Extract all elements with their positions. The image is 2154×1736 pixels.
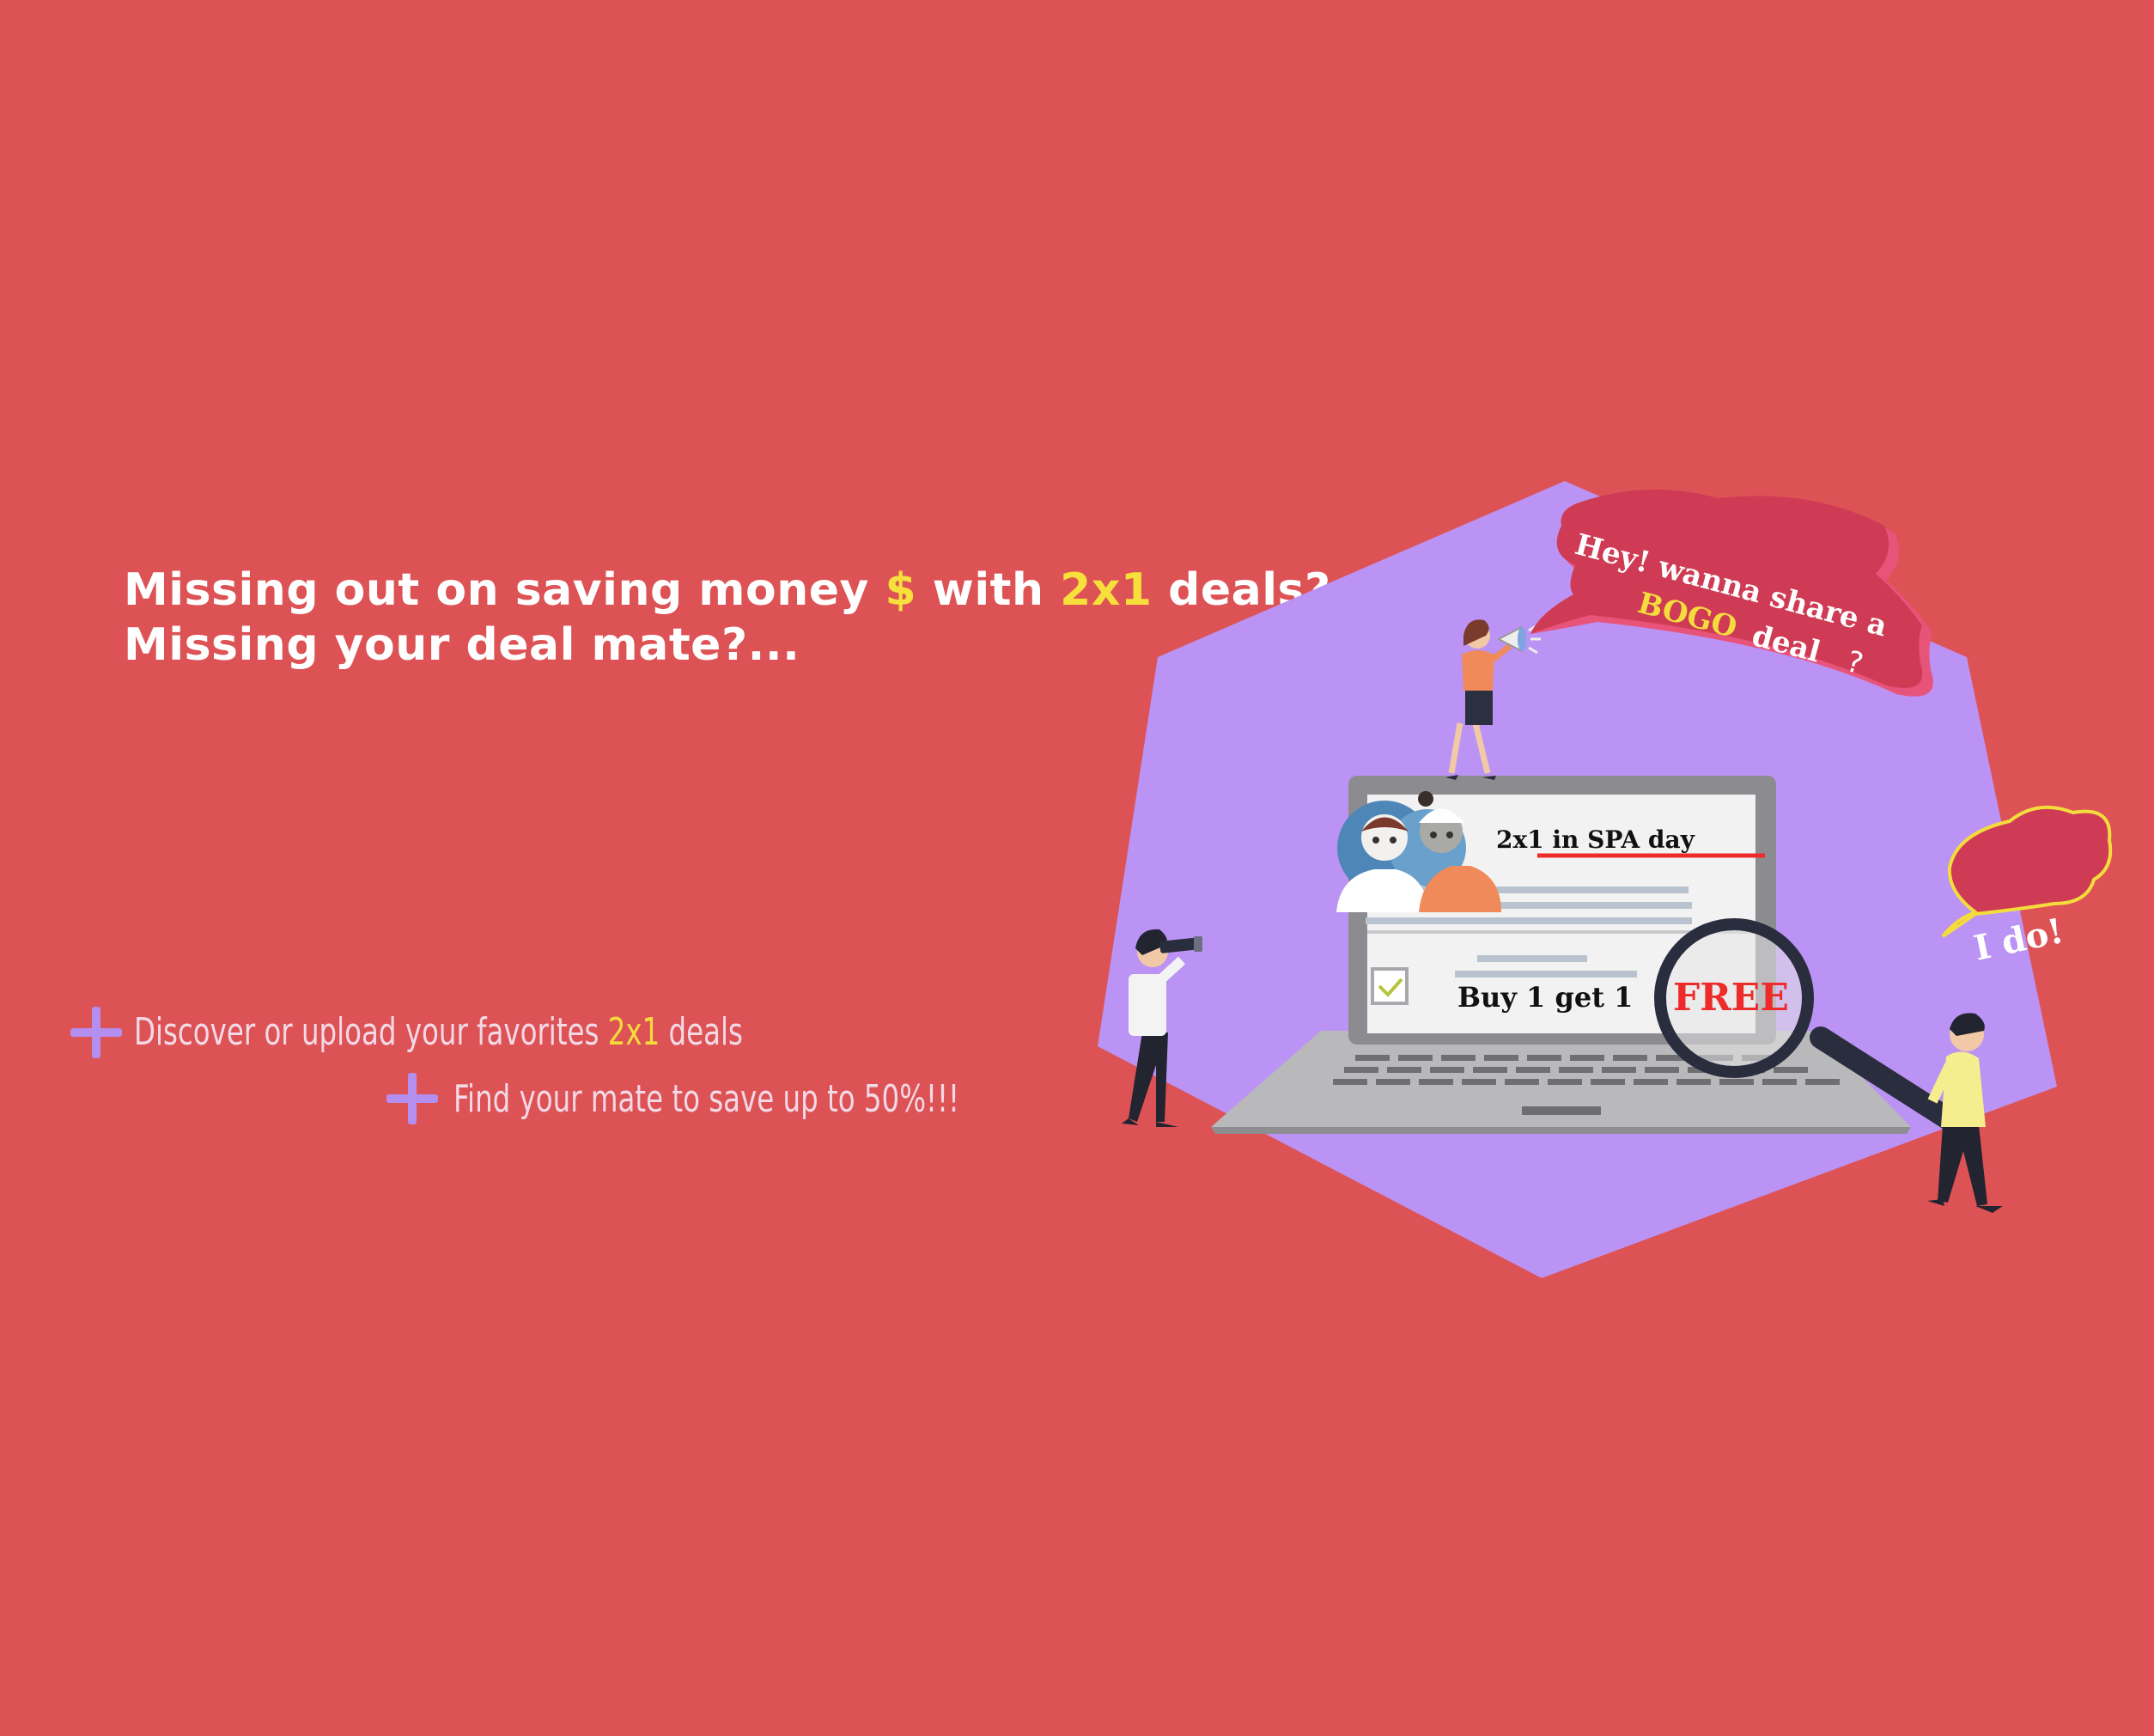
deal-illustration: 2x1 in SPA day Buy 1 get 1 FREE Hey! wan… — [1098, 481, 2113, 1278]
checkbox-icon — [1371, 967, 1409, 1005]
laptop-trackpad — [1522, 1106, 1601, 1115]
deal-offer-text: Buy 1 get 1 — [1457, 981, 1633, 1014]
deal-free-text: FREE — [1673, 976, 1789, 1020]
deal-card-title: 2x1 in SPA day — [1496, 825, 1695, 854]
